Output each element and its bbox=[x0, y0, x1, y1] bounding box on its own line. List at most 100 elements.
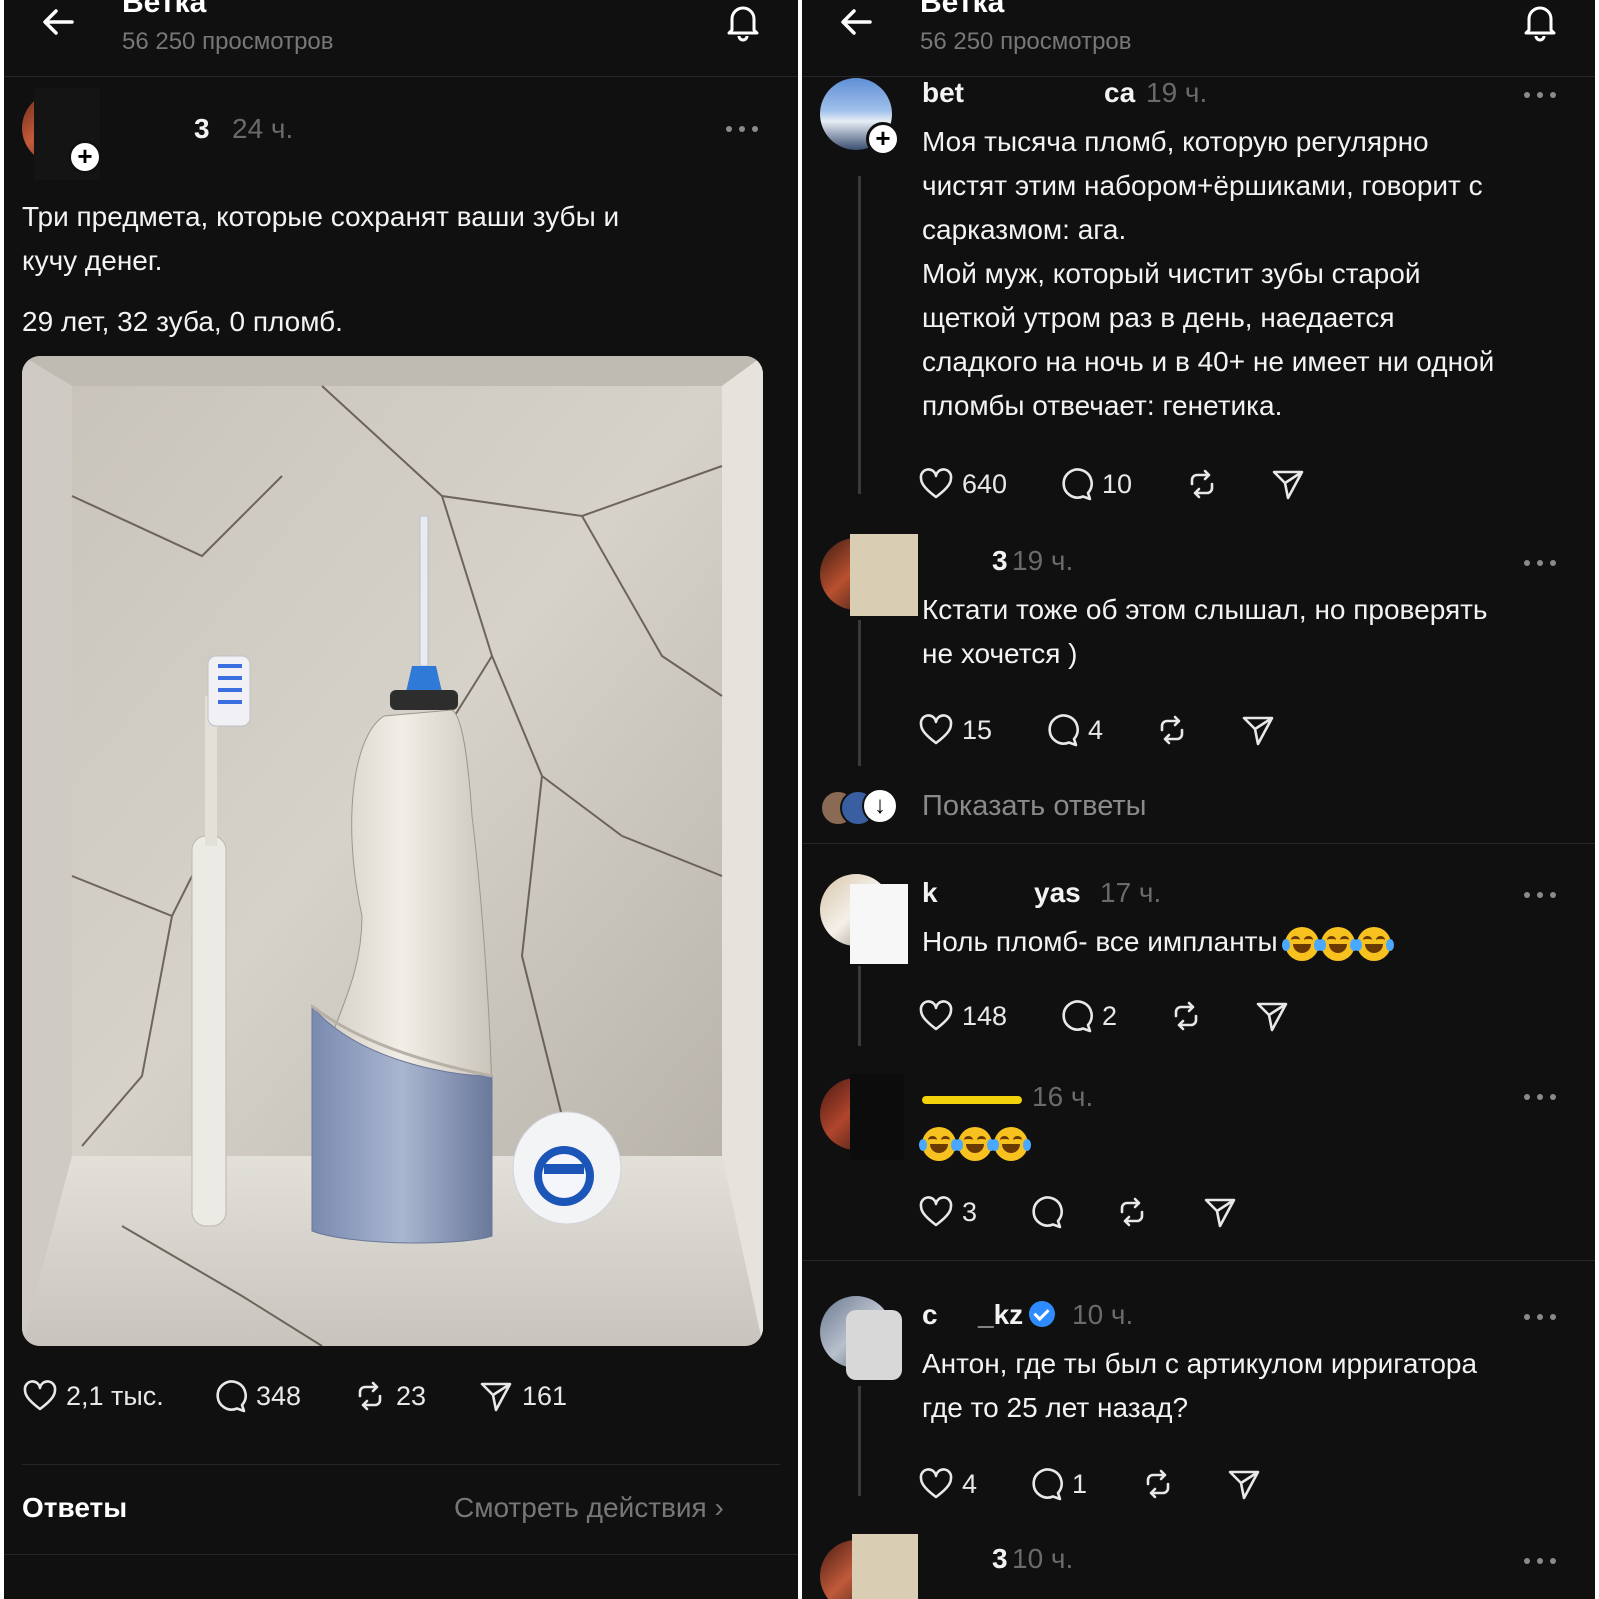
like-count: 3 bbox=[962, 1196, 978, 1227]
repost-icon bbox=[358, 1381, 382, 1411]
more-icon[interactable] bbox=[1524, 890, 1560, 900]
comment-text: Моя тысяча пломб, которую регулярно чист… bbox=[922, 120, 1582, 428]
comment-count: 1 bbox=[1072, 1468, 1088, 1499]
share-icon bbox=[1256, 1002, 1288, 1032]
more-icon[interactable] bbox=[1524, 90, 1560, 100]
repost-button[interactable] bbox=[1168, 996, 1212, 1036]
repost-button[interactable] bbox=[1114, 1192, 1158, 1232]
comment-time: 10 ч. bbox=[1012, 1543, 1074, 1574]
heart-icon bbox=[919, 1468, 953, 1499]
share-button[interactable] bbox=[1270, 464, 1314, 504]
post-text: Три предмета, которые сохранят ваши зубы… bbox=[22, 195, 782, 283]
bell-icon[interactable] bbox=[722, 0, 764, 42]
post-actions: 2,1 тыс. 348 23 161 bbox=[22, 1376, 762, 1416]
like-button[interactable]: 148 bbox=[918, 996, 1007, 1036]
more-icon[interactable] bbox=[1524, 1556, 1560, 1566]
thread-line bbox=[858, 176, 861, 494]
comment-time: 17 ч. bbox=[1100, 877, 1162, 908]
post-photo[interactable] bbox=[22, 356, 763, 1346]
commenter-username-end[interactable]: ca bbox=[1104, 76, 1135, 110]
laughing-emoji-icon bbox=[1354, 926, 1395, 961]
heart-icon bbox=[919, 468, 953, 499]
commenter-username-end[interactable]: 3 bbox=[992, 1542, 1008, 1576]
repost-button[interactable] bbox=[1140, 1464, 1184, 1504]
commenter-username-end[interactable]: _kz bbox=[978, 1298, 1056, 1332]
comment-button[interactable]: 10 bbox=[1058, 464, 1132, 504]
verified-icon bbox=[1029, 1301, 1056, 1327]
comment-button[interactable]: 1 bbox=[1028, 1464, 1087, 1504]
post-text-line: Три предмета, которые сохранят ваши зубы… bbox=[22, 201, 620, 232]
like-count: 4 bbox=[962, 1468, 978, 1499]
comment-text-line: щеткой утром раз в день, наедается bbox=[922, 302, 1395, 333]
like-button[interactable]: 640 bbox=[918, 464, 1007, 504]
comment-actions: 4 1 bbox=[918, 1464, 1418, 1504]
share-button[interactable] bbox=[1226, 1464, 1270, 1504]
repost-button[interactable] bbox=[1184, 464, 1228, 504]
heart-icon bbox=[919, 1196, 953, 1227]
laughing-emoji-icon bbox=[919, 1126, 959, 1161]
share-button[interactable] bbox=[1202, 1192, 1246, 1232]
repost-button[interactable]: 23 bbox=[352, 1376, 426, 1416]
more-icon[interactable] bbox=[1524, 1312, 1560, 1322]
comment-time: 19 ч. bbox=[1146, 77, 1208, 108]
comment-text: Кстати тоже об этом слышал, но проверять… bbox=[922, 588, 1582, 676]
comment-emoji-text bbox=[919, 1120, 1031, 1164]
comment-text-line: чистят этим набором+ёршиками, говорит с bbox=[922, 170, 1483, 201]
view-actions-link[interactable]: Смотреть действия › bbox=[454, 1492, 724, 1524]
comment-icon bbox=[1048, 714, 1079, 747]
laughing-emoji-icon bbox=[955, 1126, 995, 1161]
divider bbox=[22, 1464, 780, 1465]
show-replies-button[interactable]: Показать ответы bbox=[922, 789, 1146, 823]
commenter-username-end-text: _kz bbox=[978, 1299, 1024, 1330]
share-button[interactable] bbox=[1254, 996, 1298, 1036]
share-button[interactable] bbox=[1240, 710, 1284, 750]
repost-button[interactable] bbox=[1154, 710, 1198, 750]
divider bbox=[4, 1554, 798, 1555]
reply-avatars[interactable]: ↓ bbox=[820, 788, 900, 826]
share-icon bbox=[1204, 1198, 1236, 1228]
photo-illustration bbox=[22, 356, 763, 1346]
more-icon[interactable] bbox=[1524, 1092, 1560, 1102]
follow-plus-icon[interactable]: + bbox=[866, 122, 900, 156]
comment-actions: 640 10 bbox=[918, 464, 1418, 504]
commenter-username-end[interactable]: 3 bbox=[992, 544, 1008, 578]
comment-button[interactable] bbox=[1028, 1192, 1072, 1232]
comment-count: 4 bbox=[1088, 714, 1104, 745]
commenter-username[interactable]: bet bbox=[922, 76, 964, 110]
like-button[interactable]: 4 bbox=[918, 1464, 977, 1504]
comment-text-line: пломбы отвечает: генетика. bbox=[922, 390, 1283, 421]
repost-icon bbox=[1146, 1469, 1170, 1499]
back-arrow-icon[interactable] bbox=[38, 2, 78, 42]
commenter-username[interactable]: c bbox=[922, 1298, 938, 1332]
comment-button[interactable]: 4 bbox=[1044, 710, 1103, 750]
comment-actions: 3 bbox=[918, 1192, 1418, 1232]
more-icon[interactable] bbox=[726, 124, 762, 134]
follow-plus-icon[interactable]: + bbox=[68, 140, 102, 174]
laughing-emoji-icon bbox=[1318, 926, 1359, 961]
comment-icon bbox=[1062, 468, 1093, 501]
comment-button[interactable]: 348 bbox=[212, 1376, 301, 1416]
share-icon bbox=[480, 1382, 512, 1412]
comment-icon bbox=[1062, 1000, 1093, 1033]
more-icon[interactable] bbox=[1524, 558, 1560, 568]
commenter-username[interactable]: k bbox=[922, 876, 938, 910]
post-stats-text: 29 лет, 32 зуба, 0 пломб. bbox=[22, 306, 343, 337]
like-button[interactable]: 15 bbox=[918, 710, 992, 750]
like-button[interactable]: 2,1 тыс. bbox=[22, 1376, 164, 1416]
share-button[interactable]: 161 bbox=[478, 1376, 567, 1416]
comment-button[interactable]: 2 bbox=[1058, 996, 1117, 1036]
bell-icon[interactable] bbox=[1519, 0, 1561, 42]
redaction-block bbox=[852, 1534, 918, 1599]
heart-icon bbox=[919, 1000, 953, 1031]
author-username[interactable]: 3 bbox=[194, 112, 210, 146]
comment-text-line: сладкого на ночь и в 40+ не имеет ни одн… bbox=[922, 346, 1495, 377]
back-arrow-icon[interactable] bbox=[836, 2, 876, 42]
redaction-block bbox=[922, 1096, 1022, 1104]
heart-icon bbox=[919, 714, 953, 745]
like-button[interactable]: 3 bbox=[918, 1192, 977, 1232]
redaction-block bbox=[846, 1310, 902, 1380]
like-count: 640 bbox=[962, 468, 1008, 499]
laughing-emoji-icon bbox=[1282, 926, 1323, 961]
commenter-username-end[interactable]: yas bbox=[1034, 876, 1081, 910]
comment-text-line: Антон, где ты был с артикулом ирригатора bbox=[922, 1348, 1478, 1379]
